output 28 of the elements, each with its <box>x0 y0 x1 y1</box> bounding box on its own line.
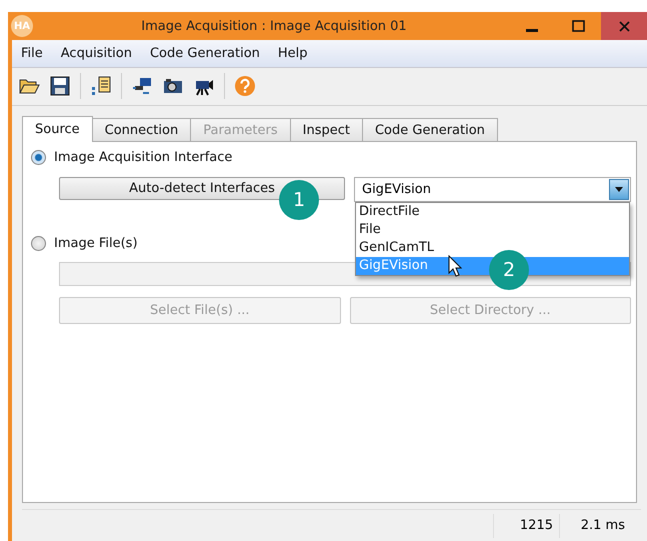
menu-item[interactable]: File <box>12 46 52 61</box>
status-text: 1215 <box>493 514 559 538</box>
window-title: Image Acquisition : Image Acquisition 01 <box>140 18 408 34</box>
dropdown-arrow-button[interactable] <box>609 179 629 200</box>
callout-badge: 1 <box>279 180 319 220</box>
radio-button[interactable] <box>31 236 46 251</box>
dropdown-option[interactable]: GenICamTL <box>356 239 629 257</box>
status-text: 2.1 ms <box>559 514 631 538</box>
minimize-icon <box>526 29 538 32</box>
radio-label: Image File(s) <box>54 236 138 251</box>
close-button[interactable] <box>601 12 647 40</box>
app-logo: HA <box>11 15 33 37</box>
maximize-icon <box>572 20 584 32</box>
menu-item[interactable]: Acquisition <box>52 46 141 61</box>
dropdown-option[interactable]: File <box>356 221 629 239</box>
menu-item[interactable]: Help <box>268 46 317 61</box>
menu-item[interactable]: Code Generation <box>140 46 269 61</box>
tab[interactable]: Inspect <box>290 118 363 142</box>
list-icon[interactable] <box>90 75 112 98</box>
tab[interactable]: Code Generation <box>362 118 498 142</box>
save-icon[interactable] <box>49 75 71 98</box>
tab[interactable]: Source <box>22 116 93 142</box>
close-icon <box>618 20 630 32</box>
radio-button[interactable] <box>31 150 46 165</box>
dropdown-option[interactable]: DirectFile <box>356 203 629 221</box>
tab[interactable]: Connection <box>92 118 192 142</box>
caret-icon <box>615 187 623 192</box>
radio-label: Image Acquisition Interface <box>54 150 232 165</box>
